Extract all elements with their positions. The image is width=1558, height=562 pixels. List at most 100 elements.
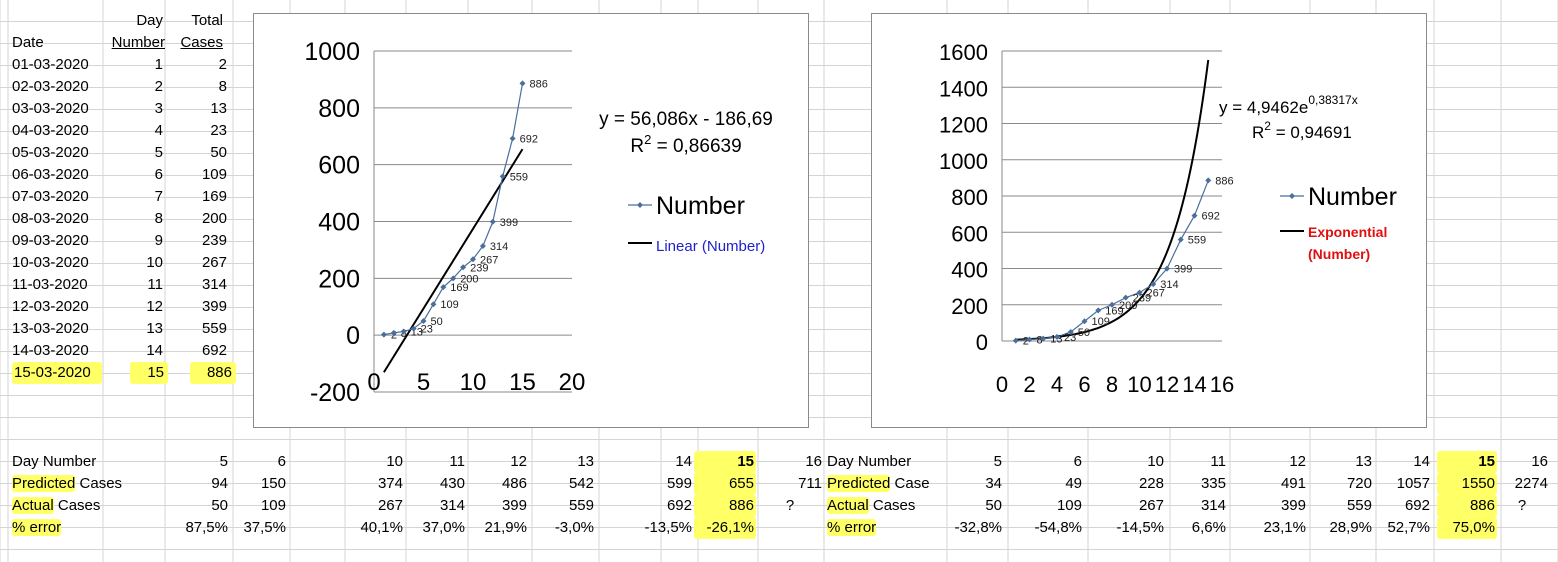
bottom-left-value[interactable]: 430 bbox=[405, 473, 465, 495]
header-day[interactable]: Day bbox=[103, 10, 163, 32]
date-cell[interactable]: 01-03-2020 bbox=[12, 54, 102, 76]
bottom-left-value[interactable]: 886 bbox=[694, 495, 756, 517]
total-cases-cell[interactable]: 559 bbox=[165, 318, 227, 340]
date-cell[interactable]: 10-03-2020 bbox=[12, 252, 102, 274]
bottom-right-value[interactable]: -14,5% bbox=[1106, 517, 1164, 539]
date-cell[interactable]: 11-03-2020 bbox=[12, 274, 102, 296]
day-number-cell[interactable]: 5 bbox=[103, 142, 163, 164]
total-cases-cell[interactable]: 50 bbox=[165, 142, 227, 164]
bottom-right-value[interactable]: 1057 bbox=[1372, 473, 1430, 495]
bottom-right-value[interactable]: 335 bbox=[1168, 473, 1226, 495]
date-cell[interactable]: 08-03-2020 bbox=[12, 208, 102, 230]
bottom-right-value[interactable]: 109 bbox=[1024, 495, 1082, 517]
date-cell[interactable]: 07-03-2020 bbox=[12, 186, 102, 208]
label-actual-cases-2[interactable]: Actual Cases bbox=[827, 495, 947, 517]
date-cell[interactable]: 04-03-2020 bbox=[12, 120, 102, 142]
total-cases-cell[interactable]: 13 bbox=[165, 98, 227, 120]
total-cases-cell[interactable]: 8 bbox=[165, 76, 227, 98]
total-cases-cell[interactable]: 200 bbox=[165, 208, 227, 230]
bottom-left-value[interactable]: 399 bbox=[467, 495, 527, 517]
bottom-right-value[interactable]: ? bbox=[1514, 495, 1530, 517]
bottom-right-value[interactable]: 15 bbox=[1437, 451, 1497, 473]
total-cases-cell[interactable]: 169 bbox=[165, 186, 227, 208]
total-cases-cell[interactable]: 267 bbox=[165, 252, 227, 274]
bottom-left-value[interactable]: ? bbox=[780, 495, 800, 517]
bottom-right-value[interactable]: -32,8% bbox=[944, 517, 1002, 539]
bottom-right-value[interactable]: 692 bbox=[1372, 495, 1430, 517]
bottom-left-value[interactable] bbox=[762, 517, 822, 539]
bottom-left-value[interactable]: 711 bbox=[762, 473, 822, 495]
date-cell[interactable]: 05-03-2020 bbox=[12, 142, 102, 164]
header-date[interactable]: Date bbox=[12, 32, 102, 54]
bottom-right-value[interactable]: 228 bbox=[1106, 473, 1164, 495]
total-cases-cell[interactable]: 886 bbox=[190, 362, 236, 384]
day-number-cell[interactable]: 7 bbox=[103, 186, 163, 208]
bottom-left-value[interactable]: 5 bbox=[168, 451, 228, 473]
bottom-left-value[interactable]: 10 bbox=[343, 451, 403, 473]
day-number-cell[interactable]: 14 bbox=[103, 340, 163, 362]
bottom-right-value[interactable]: 13 bbox=[1314, 451, 1372, 473]
date-cell[interactable]: 09-03-2020 bbox=[12, 230, 102, 252]
total-cases-cell[interactable]: 239 bbox=[165, 230, 227, 252]
bottom-right-value[interactable]: 314 bbox=[1168, 495, 1226, 517]
bottom-left-value[interactable]: 21,9% bbox=[467, 517, 527, 539]
bottom-right-value[interactable]: 1550 bbox=[1437, 473, 1497, 495]
bottom-right-value[interactable]: 399 bbox=[1248, 495, 1306, 517]
label-day-number[interactable]: Day Number bbox=[12, 451, 162, 473]
total-cases-cell[interactable]: 23 bbox=[165, 120, 227, 142]
bottom-right-value[interactable]: 720 bbox=[1314, 473, 1372, 495]
day-number-cell[interactable]: 8 bbox=[103, 208, 163, 230]
bottom-right-value[interactable]: 28,9% bbox=[1314, 517, 1372, 539]
bottom-right-value[interactable]: 34 bbox=[944, 473, 1002, 495]
label-actual-cases[interactable]: Actual Cases bbox=[12, 495, 162, 517]
spreadsheet[interactable]: Day Total Date Number Cases 01-03-2020 1 2 02-03… bbox=[0, 0, 1558, 562]
bottom-left-value[interactable]: 15 bbox=[694, 451, 756, 473]
bottom-right-value[interactable]: 5 bbox=[944, 451, 1002, 473]
day-number-cell[interactable]: 1 bbox=[103, 54, 163, 76]
bottom-right-value[interactable]: -54,8% bbox=[1024, 517, 1082, 539]
bottom-left-value[interactable]: 542 bbox=[534, 473, 594, 495]
day-number-cell[interactable]: 3 bbox=[103, 98, 163, 120]
bottom-right-value[interactable]: 16 bbox=[1490, 451, 1548, 473]
bottom-left-value[interactable]: 314 bbox=[405, 495, 465, 517]
bottom-right-value[interactable]: 2274 bbox=[1490, 473, 1548, 495]
bottom-left-value[interactable]: 14 bbox=[632, 451, 692, 473]
label-error[interactable]: % error bbox=[12, 517, 162, 539]
label-day-number-2[interactable]: Day Number bbox=[827, 451, 947, 473]
bottom-left-value[interactable]: 599 bbox=[632, 473, 692, 495]
bottom-left-value[interactable]: 267 bbox=[343, 495, 403, 517]
bottom-left-value[interactable]: 486 bbox=[467, 473, 527, 495]
bottom-left-value[interactable]: 11 bbox=[405, 451, 465, 473]
bottom-right-value[interactable] bbox=[1490, 517, 1548, 539]
total-cases-cell[interactable]: 692 bbox=[165, 340, 227, 362]
bottom-right-value[interactable]: 14 bbox=[1372, 451, 1430, 473]
label-predicted-cases[interactable]: Predicted Cases bbox=[12, 473, 162, 495]
bottom-left-value[interactable]: 374 bbox=[343, 473, 403, 495]
total-cases-cell[interactable]: 2 bbox=[165, 54, 227, 76]
total-cases-cell[interactable]: 109 bbox=[165, 164, 227, 186]
bottom-right-value[interactable]: 23,1% bbox=[1248, 517, 1306, 539]
bottom-right-value[interactable]: 491 bbox=[1248, 473, 1306, 495]
date-cell[interactable]: 12-03-2020 bbox=[12, 296, 102, 318]
bottom-left-value[interactable]: 16 bbox=[762, 451, 822, 473]
header-number[interactable]: Number bbox=[103, 32, 165, 54]
bottom-left-value[interactable]: 94 bbox=[168, 473, 228, 495]
date-cell[interactable]: 06-03-2020 bbox=[12, 164, 102, 186]
bottom-left-value[interactable]: -26,1% bbox=[694, 517, 756, 539]
bottom-right-value[interactable]: 267 bbox=[1106, 495, 1164, 517]
bottom-left-value[interactable]: 655 bbox=[694, 473, 756, 495]
day-number-cell[interactable]: 12 bbox=[103, 296, 163, 318]
bottom-left-value[interactable]: 87,5% bbox=[168, 517, 228, 539]
bottom-left-value[interactable]: 37,5% bbox=[226, 517, 286, 539]
day-number-cell[interactable]: 15 bbox=[130, 362, 168, 384]
date-cell[interactable]: 03-03-2020 bbox=[12, 98, 102, 120]
bottom-left-value[interactable]: -13,5% bbox=[632, 517, 692, 539]
bottom-right-value[interactable]: 11 bbox=[1168, 451, 1226, 473]
date-cell[interactable]: 13-03-2020 bbox=[12, 318, 102, 340]
date-cell[interactable]: 14-03-2020 bbox=[12, 340, 102, 362]
bottom-left-value[interactable]: 50 bbox=[168, 495, 228, 517]
bottom-left-value[interactable]: -3,0% bbox=[534, 517, 594, 539]
bottom-left-value[interactable]: 40,1% bbox=[343, 517, 403, 539]
bottom-right-value[interactable]: 6,6% bbox=[1168, 517, 1226, 539]
bottom-right-value[interactable]: 52,7% bbox=[1372, 517, 1430, 539]
